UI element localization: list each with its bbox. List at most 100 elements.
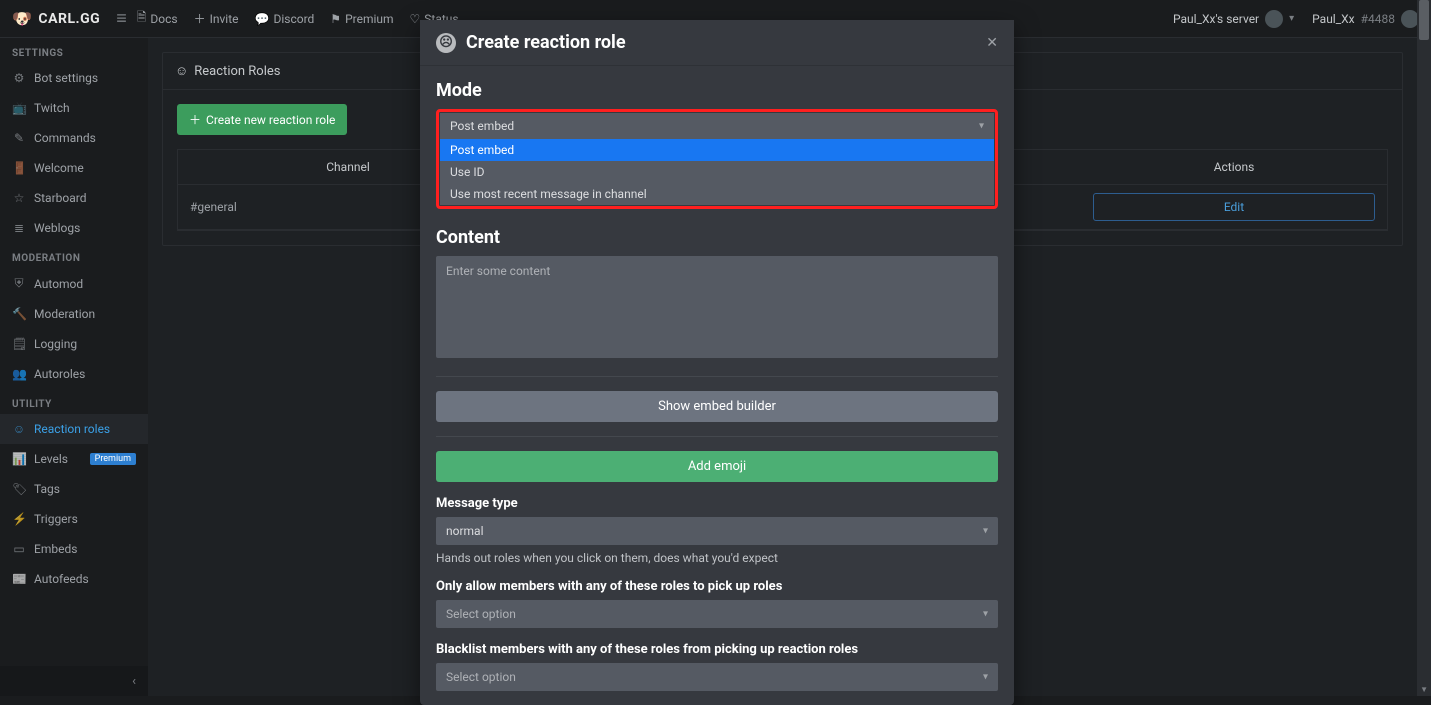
brand-text: CARL.GG xyxy=(38,11,100,27)
mode-value: Post embed xyxy=(450,119,514,133)
col-actions: Actions xyxy=(1081,150,1387,184)
heart-icon: ♡ xyxy=(410,12,421,26)
sidebar-item-embeds[interactable]: ▭Embeds xyxy=(0,534,148,564)
whitelist-label: Only allow members with any of these rol… xyxy=(436,579,998,594)
sidebar: SETTINGS ⚙Bot settings 📺Twitch ✎Commands… xyxy=(0,38,148,696)
mode-option-post-embed[interactable]: Post embed xyxy=(440,139,994,161)
mode-option-use-id[interactable]: Use ID xyxy=(440,161,994,183)
mode-select[interactable]: Post embed ▾ xyxy=(440,113,994,139)
brand-logo[interactable]: 🐶 CARL.GG xyxy=(12,9,100,28)
sidebar-item-autofeeds[interactable]: 📰Autofeeds xyxy=(0,564,148,594)
carl-icon: 🐶 xyxy=(12,9,32,28)
message-type-label: Message type xyxy=(436,496,998,511)
sidebar-item-tags[interactable]: 🏷Tags xyxy=(0,474,148,504)
message-type-help: Hands out roles when you click on them, … xyxy=(436,551,998,565)
sidebar-item-twitch[interactable]: 📺Twitch xyxy=(0,93,148,123)
gear-icon: ⚙ xyxy=(12,71,26,85)
plus-icon: ＋ xyxy=(189,111,201,128)
content-label: Content xyxy=(436,227,998,248)
chart-icon: 📊 xyxy=(12,452,26,466)
blacklist-label: Blacklist members with any of these role… xyxy=(436,642,998,657)
message-type-value: normal xyxy=(446,524,484,538)
premium-badge: Premium xyxy=(90,453,136,465)
sidebar-item-autoroles[interactable]: 👥Autoroles xyxy=(0,359,148,389)
mode-options: Post embed Use ID Use most recent messag… xyxy=(440,139,994,205)
discord-icon: 💬 xyxy=(255,12,270,26)
whitelist-placeholder: Select option xyxy=(446,607,516,621)
message-type-select[interactable]: normal ▾ xyxy=(436,517,998,545)
tag-icon: 🏷 xyxy=(12,482,26,496)
sidebar-item-starboard[interactable]: ☆Starboard xyxy=(0,183,148,213)
flag-icon: ⚑ xyxy=(330,12,341,26)
star-icon: ☆ xyxy=(12,191,26,205)
close-icon[interactable]: ✕ xyxy=(986,35,998,51)
nav-links: 🗎Docs ＋Invite 💬Discord ⚑Premium ♡Status xyxy=(137,8,459,29)
role-icon: 👥 xyxy=(12,367,26,381)
scrollbar[interactable]: ▲ ▼ xyxy=(1417,0,1431,696)
chevron-down-icon: ▾ xyxy=(983,672,988,683)
cell-actions: Edit xyxy=(1081,185,1387,229)
modal-body: Mode Post embed ▾ Post embed Use ID Use … xyxy=(420,66,1014,705)
sidebar-item-reactionroles[interactable]: ☺Reaction roles xyxy=(0,414,148,444)
user-tag: #4488 xyxy=(1361,12,1395,26)
nav-discord[interactable]: 💬Discord xyxy=(255,12,315,26)
server-selector[interactable]: Paul_Xx's server ▾ xyxy=(1173,10,1294,28)
mode-option-recent-message[interactable]: Use most recent message in channel xyxy=(440,183,994,205)
sidebar-item-weblogs[interactable]: ≣Weblogs xyxy=(0,213,148,243)
server-avatar xyxy=(1265,10,1283,28)
sidebar-item-logging[interactable]: 🗒Logging xyxy=(0,329,148,359)
divider xyxy=(436,436,998,437)
chevron-down-icon: ▾ xyxy=(1289,13,1294,24)
trigger-icon: ⚡ xyxy=(12,512,26,526)
shield-icon: ⛨ xyxy=(12,276,26,291)
whitelist-select[interactable]: Select option ▾ xyxy=(436,600,998,628)
page-title: Reaction Roles xyxy=(194,64,280,79)
edit-button[interactable]: Edit xyxy=(1093,193,1375,221)
modal-header: ☹ Create reaction role ✕ xyxy=(420,20,1014,66)
log-icon: 🗒 xyxy=(12,337,26,351)
select-caret-icon: ▾ xyxy=(983,526,988,537)
modal-title: Create reaction role xyxy=(466,32,626,53)
nav-invite[interactable]: ＋Invite xyxy=(194,10,239,27)
sad-face-icon: ☹ xyxy=(436,33,456,53)
sidebar-item-moderation[interactable]: 🔨Moderation xyxy=(0,299,148,329)
add-emoji-button[interactable]: Add emoji xyxy=(436,451,998,482)
sidebar-item-triggers[interactable]: ⚡Triggers xyxy=(0,504,148,534)
plus-icon: ＋ xyxy=(194,10,206,27)
hammer-icon: 🔨 xyxy=(12,307,26,321)
list-icon: ≣ xyxy=(12,221,26,235)
nav-premium[interactable]: ⚑Premium xyxy=(330,12,393,26)
blacklist-placeholder: Select option xyxy=(446,670,516,684)
sidebar-item-levels[interactable]: 📊LevelsPremium xyxy=(0,444,148,474)
mode-select-highlighted: Post embed ▾ Post embed Use ID Use most … xyxy=(436,109,998,209)
file-icon: 🗎 xyxy=(137,8,147,29)
sidebar-item-automod[interactable]: ⛨Automod xyxy=(0,268,148,299)
blacklist-select[interactable]: Select option ▾ xyxy=(436,663,998,691)
create-reaction-role-modal: ☹ Create reaction role ✕ Mode Post embed… xyxy=(420,20,1014,705)
embed-icon: ▭ xyxy=(12,542,26,556)
sidebar-item-bot[interactable]: ⚙Bot settings xyxy=(0,63,148,93)
sidebar-collapse[interactable]: ‹ xyxy=(0,666,148,696)
nav-right: Paul_Xx's server ▾ Paul_Xx #4488 xyxy=(1173,10,1419,28)
chevron-down-icon: ▾ xyxy=(983,609,988,620)
door-icon: 🚪 xyxy=(12,161,26,175)
hamburger-icon[interactable]: ≡ xyxy=(116,8,127,29)
scroll-down-icon[interactable]: ▼ xyxy=(1420,685,1428,694)
sidebar-item-commands[interactable]: ✎Commands xyxy=(0,123,148,153)
emoji-icon: ☺ xyxy=(12,422,26,436)
wand-icon: ✎ xyxy=(12,131,26,145)
show-embed-builder-button[interactable]: Show embed builder xyxy=(436,391,998,422)
server-name: Paul_Xx's server xyxy=(1173,12,1259,26)
sidebar-section-moderation: MODERATION xyxy=(0,243,148,268)
select-caret-icon: ▾ xyxy=(979,121,984,132)
user-pill[interactable]: Paul_Xx #4488 xyxy=(1312,10,1419,28)
twitch-icon: 📺 xyxy=(12,101,26,115)
nav-docs[interactable]: 🗎Docs xyxy=(137,8,178,29)
sidebar-item-welcome[interactable]: 🚪Welcome xyxy=(0,153,148,183)
sidebar-section-utility: UTILITY xyxy=(0,389,148,414)
content-textarea[interactable] xyxy=(436,256,998,358)
feed-icon: 📰 xyxy=(12,572,26,586)
divider xyxy=(436,376,998,377)
create-reaction-role-button[interactable]: ＋ Create new reaction role xyxy=(177,104,347,135)
scrollbar-thumb[interactable] xyxy=(1419,0,1429,40)
